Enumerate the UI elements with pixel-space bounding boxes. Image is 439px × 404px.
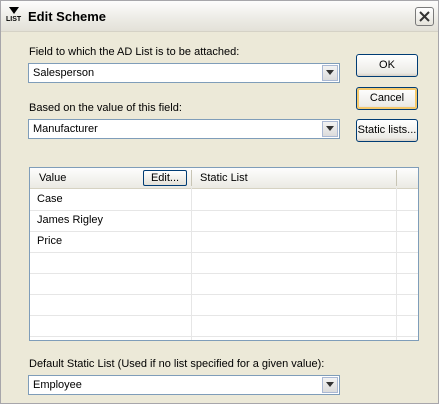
window-title: Edit Scheme bbox=[28, 9, 107, 24]
close-button[interactable] bbox=[415, 7, 434, 26]
ok-button[interactable]: OK bbox=[356, 54, 418, 77]
table-row[interactable]: Price bbox=[30, 231, 418, 253]
list-app-icon: LIST bbox=[6, 7, 22, 25]
default-static-list-label: Default Static List (Used if no list spe… bbox=[29, 358, 325, 370]
empty-table-row[interactable] bbox=[30, 273, 418, 295]
row-value: James Rigley bbox=[37, 214, 104, 226]
edit-button[interactable]: Edit... bbox=[143, 170, 187, 186]
title-bar[interactable]: LIST Edit Scheme bbox=[1, 1, 438, 32]
based-on-field-dropdown[interactable]: Manufacturer bbox=[28, 119, 340, 139]
based-on-field-label: Based on the value of this field: bbox=[29, 102, 182, 114]
chevron-down-icon bbox=[326, 126, 334, 131]
table-row[interactable]: Case bbox=[30, 189, 418, 211]
static-list-column-header[interactable]: Static List bbox=[200, 168, 248, 188]
based-on-field-value: Manufacturer bbox=[33, 123, 98, 135]
table-row[interactable]: James Rigley bbox=[30, 210, 418, 232]
empty-table-row[interactable] bbox=[30, 252, 418, 274]
attach-field-label: Field to which the AD List is to be atta… bbox=[29, 46, 240, 58]
value-column-header[interactable]: Value bbox=[39, 168, 66, 188]
default-static-list-dropdown[interactable]: Employee bbox=[28, 375, 340, 395]
attach-field-dropdown[interactable]: Salesperson bbox=[28, 63, 340, 83]
dropdown-arrow-button[interactable] bbox=[322, 121, 338, 137]
static-lists-button[interactable]: Static lists... bbox=[356, 119, 418, 142]
attach-field-value: Salesperson bbox=[33, 67, 95, 79]
value-static-list-table[interactable]: Value Edit... Static List Case James Rig… bbox=[29, 167, 419, 341]
chevron-down-icon bbox=[326, 70, 334, 75]
dropdown-arrow-button[interactable] bbox=[322, 377, 338, 393]
row-value: Price bbox=[37, 235, 63, 247]
edit-scheme-dialog: LIST Edit Scheme Field to which the AD L… bbox=[0, 0, 439, 404]
table-header: Value Edit... Static List bbox=[30, 168, 418, 189]
close-icon bbox=[419, 11, 430, 22]
empty-table-row[interactable] bbox=[30, 315, 418, 337]
cancel-button[interactable]: Cancel bbox=[356, 87, 418, 110]
default-static-list-value: Employee bbox=[33, 379, 82, 391]
dropdown-arrow-button[interactable] bbox=[322, 65, 338, 81]
row-value: Case bbox=[37, 193, 63, 205]
chevron-down-icon bbox=[326, 382, 334, 387]
empty-table-row[interactable] bbox=[30, 294, 418, 316]
